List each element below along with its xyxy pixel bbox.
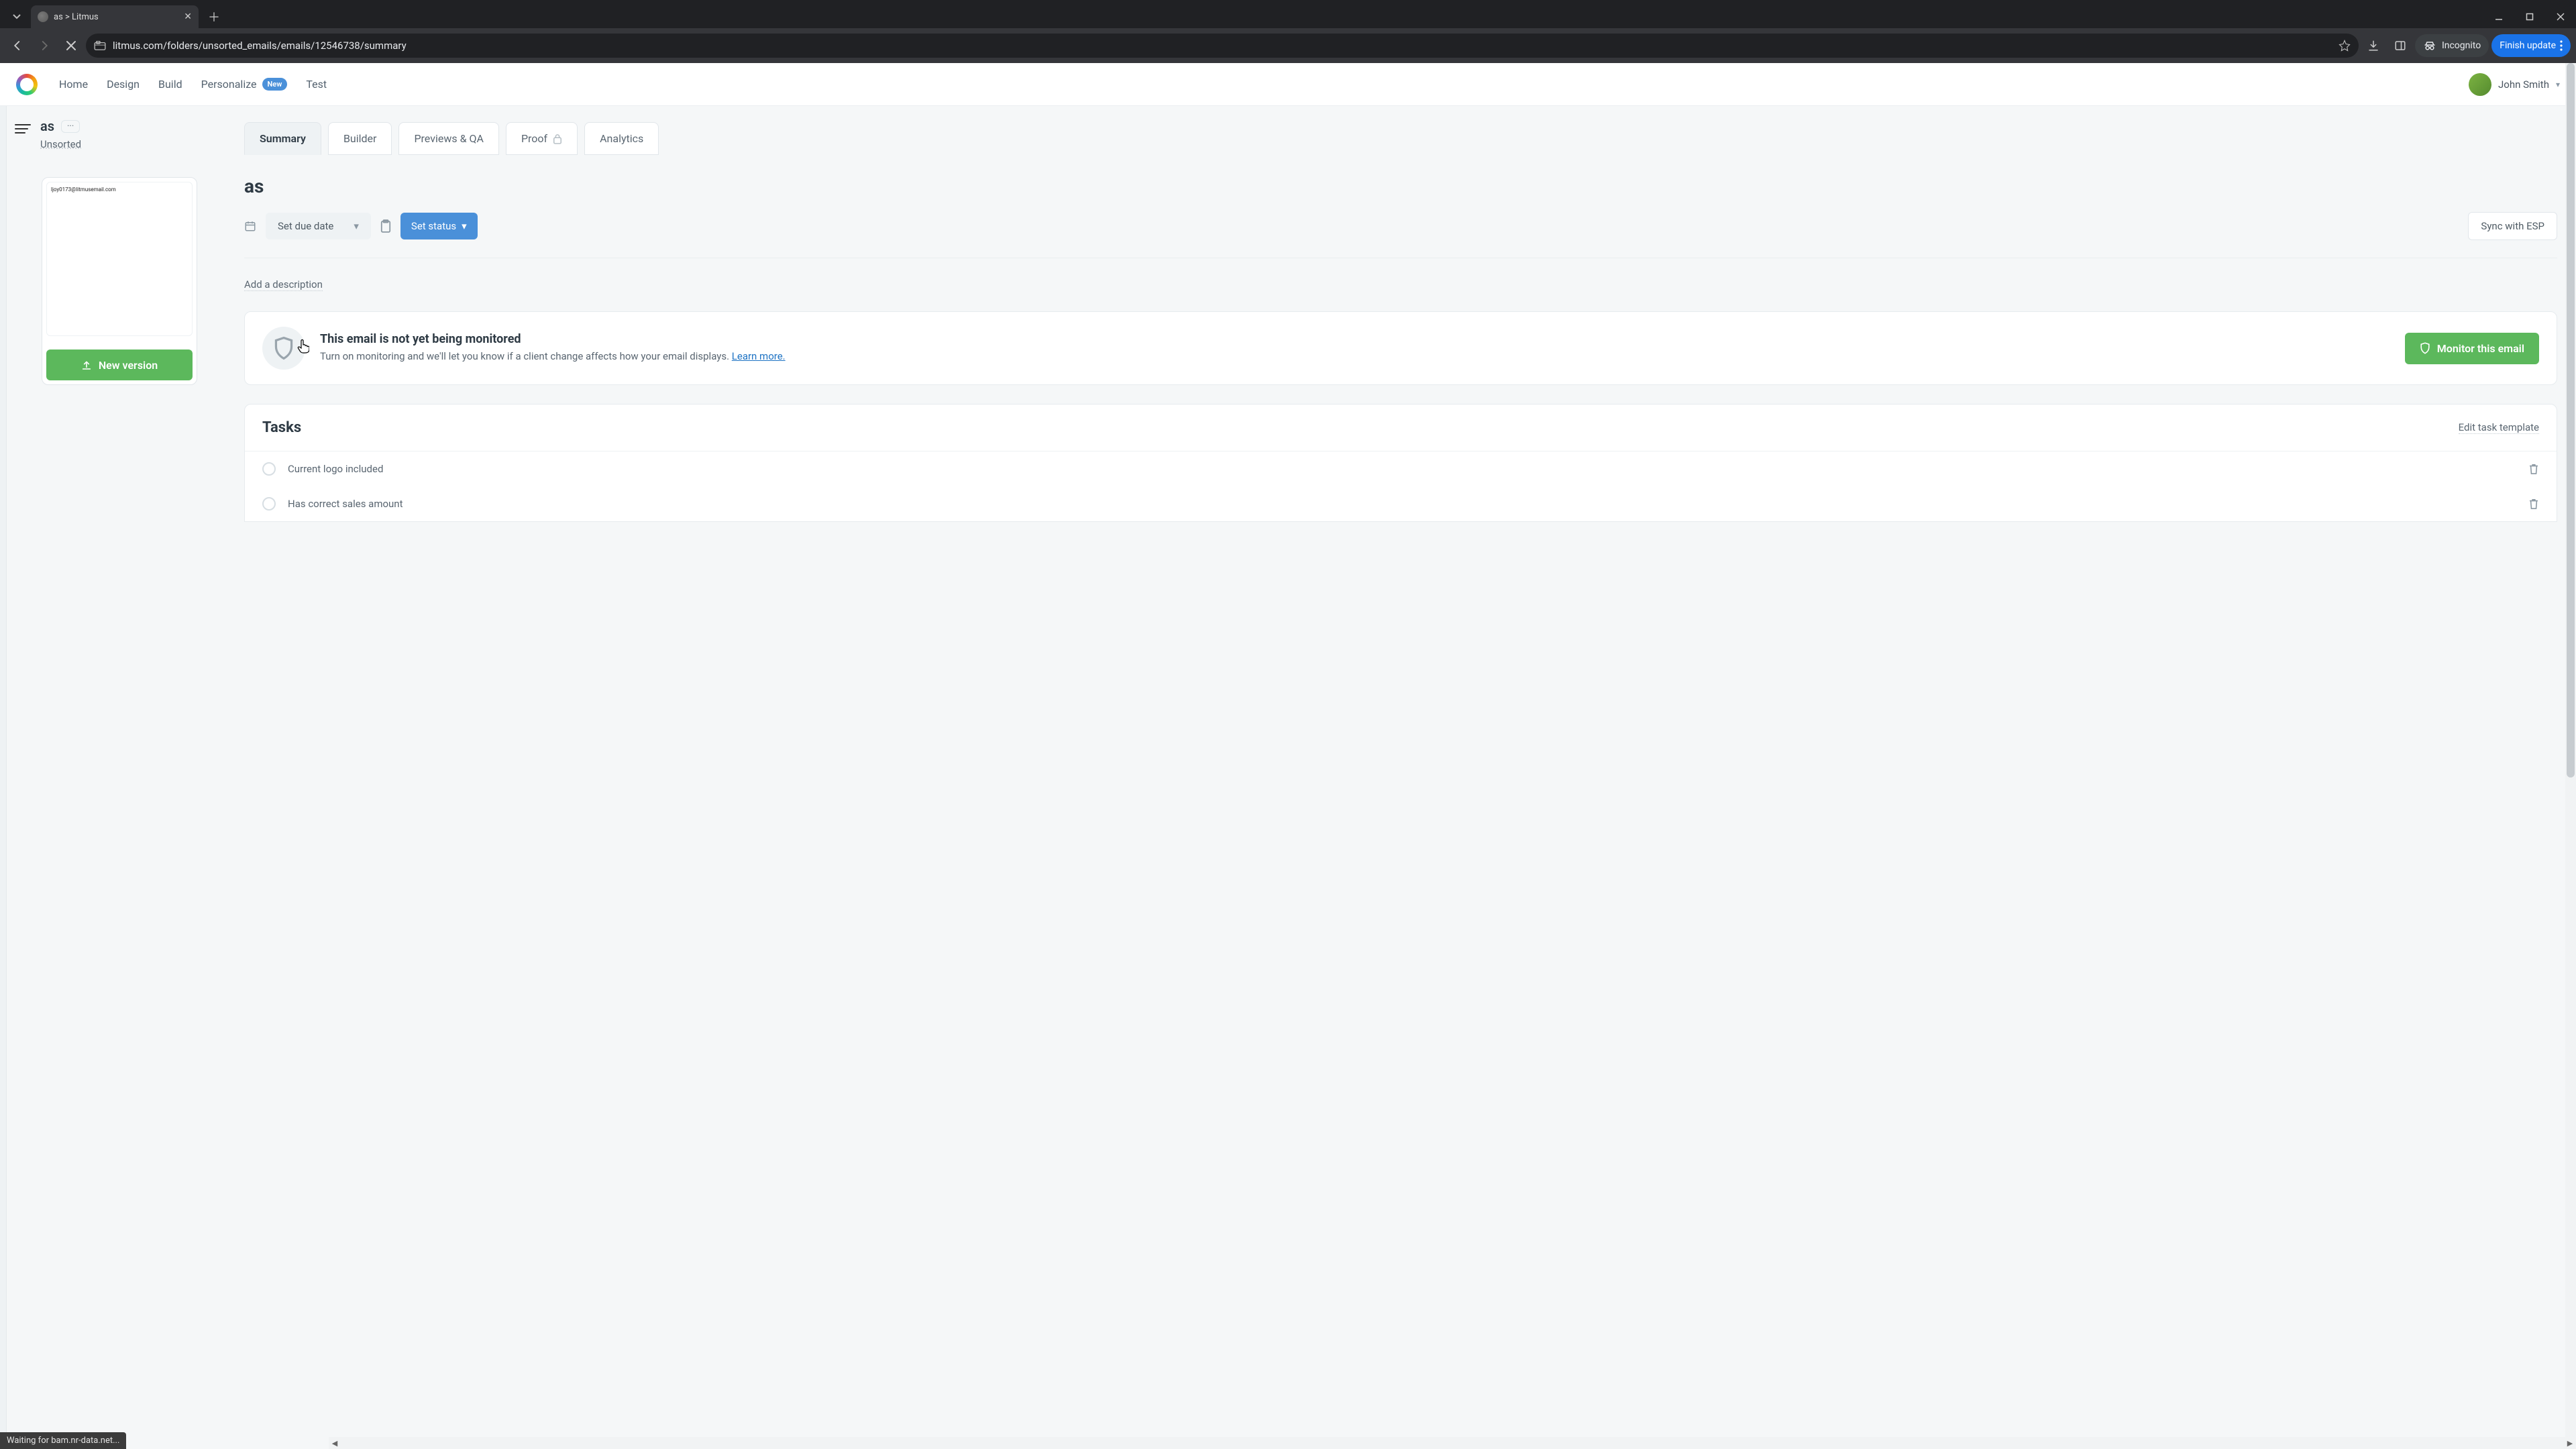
incognito-label: Incognito — [2442, 40, 2481, 51]
incognito-icon — [2423, 41, 2436, 50]
folder-link[interactable]: Unsorted — [40, 138, 81, 150]
finish-update-label: Finish update — [2500, 40, 2556, 51]
downloads-icon[interactable] — [2361, 34, 2385, 58]
chevron-down-icon: ▾ — [2556, 80, 2560, 89]
new-tab-button[interactable]: ＋ — [199, 5, 229, 28]
back-button[interactable] — [5, 34, 30, 58]
nav-home[interactable]: Home — [59, 78, 88, 91]
task-label: Has correct sales amount — [288, 498, 2516, 510]
scrollbar-thumb[interactable] — [2567, 106, 2575, 777]
preview-card: ljoy0173@litmusemail.com New version — [42, 177, 197, 385]
nav-personalize-label: Personalize — [201, 78, 257, 91]
new-version-label: New version — [99, 359, 158, 372]
user-menu[interactable]: John Smith ▾ — [2469, 73, 2560, 96]
tab-analytics[interactable]: Analytics — [584, 122, 659, 155]
tab-list-dropdown[interactable] — [5, 5, 28, 28]
window-minimize-button[interactable] — [2483, 5, 2514, 28]
stop-reload-button[interactable] — [59, 34, 83, 58]
email-preview-thumbnail[interactable]: ljoy0173@litmusemail.com — [46, 182, 193, 336]
nav-build[interactable]: Build — [158, 78, 182, 91]
more-actions-button[interactable]: ··· — [61, 120, 80, 133]
lock-icon — [553, 133, 562, 144]
task-row: Current logo included — [245, 451, 2557, 486]
url-text: litmus.com/folders/unsorted_emails/email… — [113, 40, 2332, 52]
sync-esp-button[interactable]: Sync with ESP — [2468, 212, 2557, 240]
monitor-card: This email is not yet being monitored Tu… — [244, 311, 2557, 385]
delete-task-icon[interactable] — [2528, 463, 2539, 475]
learn-more-link[interactable]: Learn more. — [732, 350, 786, 362]
address-bar[interactable]: litmus.com/folders/unsorted_emails/email… — [86, 34, 2359, 58]
avatar — [2469, 73, 2491, 96]
tab-proof[interactable]: Proof — [506, 122, 578, 155]
upload-icon — [81, 360, 92, 370]
tab-title: as > Litmus — [54, 12, 177, 22]
scroll-left-arrow[interactable]: ◀ — [329, 1437, 341, 1449]
tab-favicon — [38, 11, 48, 22]
tab-close-icon[interactable]: ✕ — [184, 11, 192, 22]
litmus-logo[interactable] — [16, 74, 38, 95]
task-label: Current logo included — [288, 463, 2516, 475]
browser-status-bar: Waiting for bam.nr-data.net... — [0, 1432, 126, 1449]
content-tabs: Summary Builder Previews & QA Proof Anal… — [244, 122, 2557, 155]
preview-text: ljoy0173@litmusemail.com — [51, 186, 116, 193]
incognito-chip[interactable]: Incognito — [2415, 34, 2489, 57]
main-content: Summary Builder Previews & QA Proof Anal… — [236, 106, 2576, 1449]
meta-row: Set due date ▾ Set status ▾ Sync with ES… — [244, 212, 2557, 258]
sidebar: as ··· Unsorted ljoy0173@litmusemail.com… — [7, 106, 236, 1449]
monitor-email-button[interactable]: Monitor this email — [2405, 333, 2539, 364]
monitor-body: Turn on monitoring and we'll let you kno… — [320, 349, 2390, 364]
chevron-down-icon: ▾ — [354, 220, 359, 232]
new-version-button[interactable]: New version — [46, 350, 193, 380]
tab-summary[interactable]: Summary — [244, 122, 321, 155]
vertical-strip — [0, 106, 7, 1449]
delete-task-icon[interactable] — [2528, 498, 2539, 510]
window-maximize-button[interactable] — [2514, 5, 2545, 28]
shield-icon — [262, 327, 305, 370]
finish-update-button[interactable]: Finish update — [2491, 34, 2571, 57]
tab-builder[interactable]: Builder — [328, 122, 392, 155]
app-header: Home Design Build Personalize New Test J… — [0, 63, 2576, 106]
calendar-icon — [244, 220, 256, 232]
vertical-scrollbar[interactable] — [2565, 106, 2576, 1437]
caret-down-icon: ▾ — [462, 220, 467, 232]
bookmark-star-icon[interactable] — [2339, 40, 2351, 52]
window-close-button[interactable] — [2545, 5, 2576, 28]
sidebar-toggle-icon[interactable] — [15, 119, 34, 138]
scroll-right-arrow[interactable]: ▶ — [2564, 1437, 2576, 1449]
new-badge: New — [262, 78, 288, 91]
clipboard-icon — [380, 219, 391, 233]
status-label: Set status — [411, 220, 456, 232]
horizontal-scrollbar[interactable]: ◀ ▶ — [329, 1437, 2576, 1449]
site-info-icon[interactable] — [94, 41, 106, 50]
task-row: Has correct sales amount — [245, 486, 2557, 521]
tasks-heading: Tasks — [262, 419, 301, 436]
page-title: as — [244, 175, 2557, 197]
email-title: as — [40, 118, 54, 134]
side-panel-icon[interactable] — [2388, 34, 2412, 58]
task-checkbox[interactable] — [262, 497, 276, 511]
task-checkbox[interactable] — [262, 462, 276, 476]
nav-personalize[interactable]: Personalize New — [201, 78, 288, 91]
nav-test[interactable]: Test — [306, 78, 327, 91]
monitor-title: This email is not yet being monitored — [320, 332, 2390, 346]
nav-design[interactable]: Design — [107, 78, 140, 91]
browser-tab[interactable]: as > Litmus ✕ — [31, 5, 199, 28]
forward-button[interactable] — [32, 34, 56, 58]
scrollbar-track[interactable] — [341, 1437, 2564, 1449]
kebab-icon — [2560, 40, 2563, 51]
tasks-card: Tasks Edit task template Current logo in… — [244, 404, 2557, 522]
due-date-label: Set due date — [278, 220, 333, 232]
monitor-button-label: Monitor this email — [2437, 342, 2524, 355]
tab-proof-label: Proof — [521, 132, 547, 145]
user-name: John Smith — [2498, 78, 2549, 91]
set-due-date-button[interactable]: Set due date ▾ — [266, 213, 371, 239]
tab-previews-qa[interactable]: Previews & QA — [398, 122, 499, 155]
shield-icon — [2420, 342, 2430, 354]
add-description-link[interactable]: Add a description — [244, 278, 323, 291]
set-status-button[interactable]: Set status ▾ — [400, 213, 478, 239]
edit-task-template-link[interactable]: Edit task template — [2459, 421, 2539, 434]
